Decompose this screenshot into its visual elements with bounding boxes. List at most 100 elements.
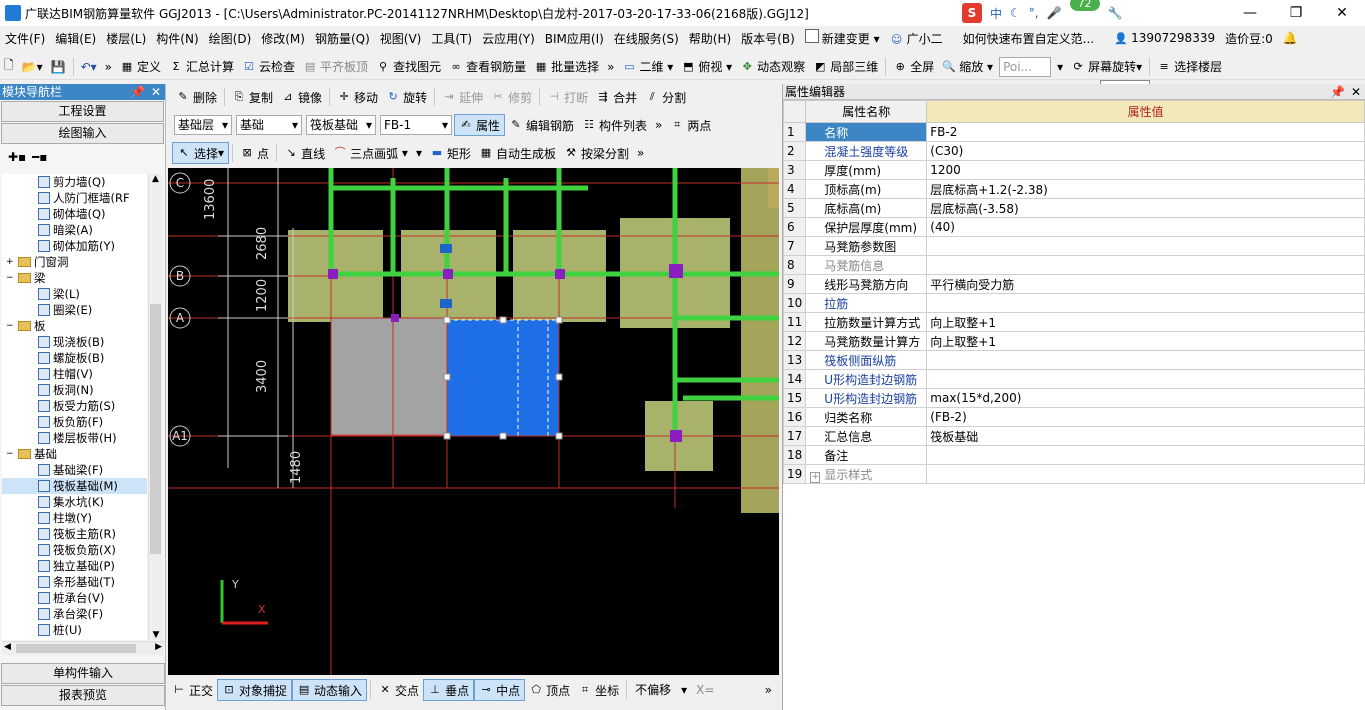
minimize-button[interactable]: — <box>1227 0 1273 26</box>
menu-bim[interactable]: BIM应用(I) <box>540 30 609 47</box>
ime-tray[interactable]: S 中 ☾ °, 🎤 72 🔧 <box>962 0 1172 26</box>
user-account[interactable]: 👤 13907298339 <box>1109 31 1220 46</box>
property-row[interactable]: 8 马凳筋信息 <box>782 255 1365 275</box>
element-select[interactable]: FB-1 ▾ <box>380 115 452 135</box>
expand-icon[interactable]: + <box>810 471 821 483</box>
collapse-icon[interactable]: − <box>6 318 16 334</box>
property-value[interactable]: 层底标高+1.2(-2.38) <box>926 179 1365 199</box>
tree-item[interactable]: 板负筋(F) <box>2 414 147 430</box>
tree-item[interactable]: 现浇板(B) <box>2 334 147 350</box>
tree-item[interactable]: 暗梁(A) <box>2 222 147 238</box>
property-row[interactable]: 4 顶标高(m) 层底标高+1.2(-2.38) <box>782 179 1365 199</box>
merge-button[interactable]: ⇶ 合并 <box>592 86 641 108</box>
draw-dropdown-icon[interactable]: ▾ <box>412 142 426 164</box>
line-button[interactable]: ↘ 直线 <box>280 142 329 164</box>
drawing-input-button[interactable]: 绘图输入 <box>1 123 164 144</box>
property-row[interactable]: 11 拉筋数量计算方式 向上取整+1 <box>782 312 1365 332</box>
tree-item[interactable]: 独立基础(P) <box>2 558 147 574</box>
category-select[interactable]: 基础 ▾ <box>236 115 302 135</box>
move-button[interactable]: ✛ 移动 <box>333 86 382 108</box>
property-value[interactable]: (FB-2) <box>926 407 1365 427</box>
cad-svg[interactable]: Y X C B A A1 13600 2680 1200 3400 1480 <box>168 168 779 675</box>
assistant-button[interactable]: ☺ 广小二 <box>885 30 948 47</box>
collapse-icon[interactable]: − <box>6 270 16 286</box>
tree-item[interactable]: 柱墩(Y) <box>2 510 147 526</box>
property-value[interactable] <box>926 350 1365 370</box>
property-row[interactable]: 17 汇总信息 筏板基础 <box>782 426 1365 446</box>
menu-rebar[interactable]: 钢筋量(Q) <box>310 30 375 47</box>
define-button[interactable]: ▦ 定义 <box>116 56 165 78</box>
view-rebar-button[interactable]: ∞ 查看钢筋量 <box>445 56 530 78</box>
properties-button[interactable]: ✍ 属性 <box>454 114 506 136</box>
property-row[interactable]: 2 混凝土强度等级 (C30) <box>782 141 1365 161</box>
tree-item[interactable]: 梁(L) <box>2 286 147 302</box>
raft-slab-fb1[interactable] <box>330 317 448 436</box>
scroll-left-icon[interactable]: ◀ <box>4 642 11 652</box>
expand-all-icon[interactable]: ✚▪ <box>8 150 26 164</box>
tree-item[interactable]: 桩(U) <box>2 622 147 638</box>
project-settings-button[interactable]: 工程设置 <box>1 101 164 122</box>
calculate-button[interactable]: Σ 汇总计算 <box>165 56 238 78</box>
property-value[interactable] <box>926 445 1365 465</box>
auto-slab-button[interactable]: ▦ 自动生成板 <box>475 142 560 164</box>
panel-close-icon[interactable]: ✕ <box>151 84 161 100</box>
tree-item[interactable]: 砌体墙(Q) <box>2 206 147 222</box>
menu-draw[interactable]: 绘图(D) <box>204 30 257 47</box>
property-value[interactable]: (C30) <box>926 141 1365 161</box>
two-point-button[interactable]: ⌗ 两点 <box>666 114 715 136</box>
property-row[interactable]: 16 归类名称 (FB-2) <box>782 407 1365 427</box>
menu-modify[interactable]: 修改(M) <box>256 30 310 47</box>
property-value[interactable]: 1200 <box>926 160 1365 180</box>
close-button[interactable]: ✕ <box>1319 0 1365 26</box>
property-value[interactable] <box>926 293 1365 313</box>
scroll-thumb[interactable] <box>150 304 161 554</box>
property-value[interactable] <box>926 236 1365 256</box>
menu-version[interactable]: 版本号(B) <box>736 30 800 47</box>
bell-icon[interactable]: 🔔 <box>1278 31 1303 45</box>
top-view-dropdown[interactable]: ⬒ 俯视 ▾ <box>677 56 736 78</box>
ortho-toggle[interactable]: ⊢ 正交 <box>168 679 217 701</box>
drawing-canvas[interactable]: Y X C B A A1 13600 2680 1200 3400 1480 <box>168 168 779 675</box>
intersection-snap[interactable]: ✕ 交点 <box>374 679 423 701</box>
pin-icon[interactable]: 📌 <box>1330 84 1345 100</box>
coordinate-snap[interactable]: ⌗ 坐标 <box>574 679 623 701</box>
property-row[interactable]: 14 U形构造封边钢筋 <box>782 369 1365 389</box>
split-by-beam-button[interactable]: ⚒ 按梁分割 <box>560 142 633 164</box>
component-list-button[interactable]: ☷ 构件列表 <box>578 114 651 136</box>
local-3d-button[interactable]: ◩ 局部三维 <box>809 56 882 78</box>
property-value[interactable] <box>926 255 1365 275</box>
zoom-dropdown[interactable]: 🔍 缩放 ▾ <box>938 56 997 78</box>
property-row[interactable]: 6 保护层厚度(mm) (40) <box>782 217 1365 237</box>
tree-item[interactable]: + 门窗洞 <box>2 254 147 270</box>
punctuation-icon[interactable]: °, <box>1029 6 1039 20</box>
menu-tools[interactable]: 工具(T) <box>426 30 477 47</box>
property-row[interactable]: 5 底标高(m) 层底标高(-3.58) <box>782 198 1365 218</box>
property-row[interactable]: 1 名称 FB-2 <box>782 122 1365 142</box>
point-dropdown-icon[interactable]: ▾ <box>1053 56 1067 78</box>
collapse-icon[interactable]: − <box>6 446 16 462</box>
tree-item[interactable]: 楼层板带(H) <box>2 430 147 446</box>
delete-button[interactable]: ✎ 删除 <box>172 86 221 108</box>
tree-item[interactable]: 圈梁(E) <box>2 302 147 318</box>
property-value[interactable]: (40) <box>926 217 1365 237</box>
new-change-button[interactable]: 新建变更 ▾ <box>800 29 885 47</box>
property-value[interactable]: 筏板基础 <box>926 426 1365 446</box>
tree-scrollbar[interactable]: ▲ ▼ <box>148 174 162 640</box>
tree-item[interactable]: 剪力墙(Q) <box>2 174 147 190</box>
tree-item[interactable]: − 板 <box>2 318 147 334</box>
save-icon[interactable]: 💾 <box>47 56 70 78</box>
fullscreen-button[interactable]: ⊕ 全屏 <box>889 56 938 78</box>
wrench-icon[interactable]: 🔧 <box>1108 6 1123 20</box>
mirror-button[interactable]: ⊿ 镜像 <box>277 86 326 108</box>
trim-button[interactable]: ✂ 修剪 <box>487 86 536 108</box>
tree-item[interactable]: 人防门框墙(RF <box>2 190 147 206</box>
toolbar-overflow-icon-3[interactable]: » <box>651 114 666 136</box>
property-row[interactable]: 7 马凳筋参数图 <box>782 236 1365 256</box>
menu-online[interactable]: 在线服务(S) <box>609 30 684 47</box>
tree-item[interactable]: 集水坑(K) <box>2 494 147 510</box>
property-row[interactable]: 13 筏板侧面纵筋 <box>782 350 1365 370</box>
copy-button[interactable]: ⎘ 复制 <box>228 86 277 108</box>
collapse-all-icon[interactable]: ━▪ <box>32 150 47 164</box>
undo-icon[interactable]: ↶▾ <box>77 56 101 78</box>
tree-item[interactable]: 承台梁(F) <box>2 606 147 622</box>
